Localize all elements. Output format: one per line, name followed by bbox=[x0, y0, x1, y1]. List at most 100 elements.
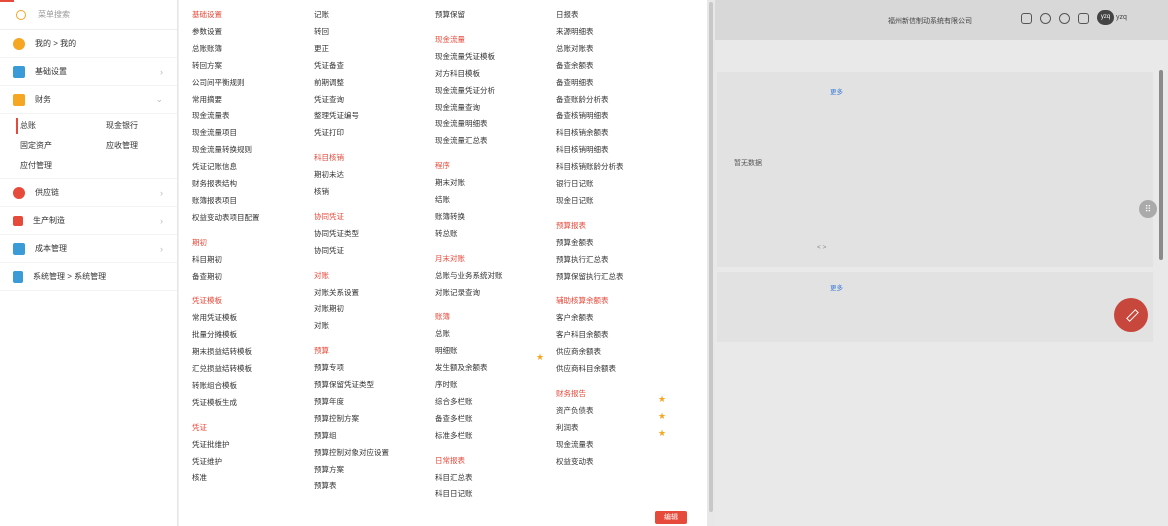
menu-item[interactable]: 来源明细表 bbox=[556, 26, 594, 37]
menu-item[interactable]: 对账记录查询 bbox=[435, 287, 480, 298]
menu-item[interactable]: 备查账龄分析表 bbox=[556, 94, 609, 105]
menu-item[interactable]: 汇兑损益结转模板 bbox=[192, 363, 252, 374]
menu-item[interactable]: 凭证打印 bbox=[314, 127, 344, 138]
favorite-star-icon[interactable]: ★ bbox=[658, 428, 666, 439]
menu-item[interactable]: 预算方案 bbox=[314, 464, 344, 475]
menu-item[interactable]: 发生额及余额表 bbox=[435, 362, 488, 373]
menu-item[interactable]: 预算组 bbox=[314, 430, 337, 441]
menu-item[interactable]: 凭证备查 bbox=[314, 60, 344, 71]
menu-search-input[interactable]: 菜单搜索 bbox=[0, 0, 177, 30]
submenu-ledger[interactable]: 总账 bbox=[16, 118, 102, 134]
submenu-receivables[interactable]: 应收管理 bbox=[102, 138, 182, 154]
menu-item[interactable]: 银行日记账 bbox=[556, 178, 594, 189]
menu-scrollbar[interactable] bbox=[707, 0, 715, 526]
theme-icon[interactable] bbox=[1040, 13, 1051, 24]
menu-item[interactable]: 协同凭证类型 bbox=[314, 228, 359, 239]
avatar[interactable]: yzq bbox=[1097, 10, 1114, 25]
menu-item[interactable]: 账簿报表项目 bbox=[192, 195, 237, 206]
sidebar-item-basic[interactable]: 基础设置 › bbox=[0, 58, 177, 86]
menu-item[interactable]: 期初未达 bbox=[314, 169, 344, 180]
menu-item[interactable]: 对账期初 bbox=[314, 303, 344, 314]
more-link[interactable]: 更多 bbox=[830, 86, 843, 96]
menu-item[interactable]: 预算控制对象对应设置 bbox=[314, 447, 389, 458]
menu-item[interactable]: 客户余额表 bbox=[556, 312, 594, 323]
menu-item[interactable]: 凭证记账信息 bbox=[192, 161, 237, 172]
menu-item[interactable]: 期末对账 bbox=[435, 177, 465, 188]
submenu-fixed-assets[interactable]: 固定资产 bbox=[16, 138, 102, 154]
menu-item[interactable]: 现金流量查询 bbox=[435, 102, 480, 113]
menu-item[interactable]: 现金流量转换规则 bbox=[192, 144, 252, 155]
menu-item[interactable]: 更正 bbox=[314, 43, 329, 54]
menu-item[interactable]: 客户科目余额表 bbox=[556, 329, 609, 340]
sidebar-item-supply[interactable]: 供应链 › bbox=[0, 179, 177, 207]
page-scrollbar[interactable] bbox=[1159, 70, 1163, 260]
menu-item[interactable]: 结账 bbox=[435, 194, 450, 205]
pager[interactable]: < > bbox=[817, 244, 826, 251]
menu-item[interactable]: 备查明细表 bbox=[556, 77, 594, 88]
menu-item[interactable]: 对账 bbox=[314, 320, 329, 331]
menu-item[interactable]: 利润表 bbox=[556, 422, 579, 433]
menu-item[interactable]: 现金流量凭证模板 bbox=[435, 51, 495, 62]
message-icon[interactable] bbox=[1021, 13, 1032, 24]
menu-item[interactable]: 现金流量明细表 bbox=[435, 118, 488, 129]
menu-item[interactable]: 总账账簿 bbox=[192, 43, 222, 54]
menu-item[interactable]: 对账关系设置 bbox=[314, 287, 359, 298]
menu-item[interactable]: 预算控制方案 bbox=[314, 413, 359, 424]
more-link[interactable]: 更多 bbox=[830, 282, 843, 292]
menu-item[interactable]: 对方科目模板 bbox=[435, 68, 480, 79]
menu-item[interactable]: 资产负债表 bbox=[556, 405, 594, 416]
menu-item[interactable]: 总账 bbox=[435, 328, 450, 339]
menu-item[interactable]: 预算保留执行汇总表 bbox=[556, 271, 624, 282]
sidebar-item-cost[interactable]: 成本管理 › bbox=[0, 235, 177, 263]
notification-icon[interactable] bbox=[1078, 13, 1089, 24]
menu-item[interactable]: 前期调整 bbox=[314, 77, 344, 88]
menu-item[interactable]: 标准多栏账 bbox=[435, 430, 473, 441]
menu-item[interactable]: 权益变动表项目配置 bbox=[192, 212, 260, 223]
menu-item[interactable]: 期末损益结转模板 bbox=[192, 346, 252, 357]
menu-item[interactable]: 备查多栏账 bbox=[435, 413, 473, 424]
menu-item[interactable]: 公司间平衡规则 bbox=[192, 77, 245, 88]
menu-item[interactable]: 备查期初 bbox=[192, 271, 222, 282]
menu-item[interactable]: 科目日记账 bbox=[435, 488, 473, 499]
sidebar-item-finance[interactable]: 财务 ⌄ bbox=[0, 86, 177, 114]
menu-item[interactable]: 转回方案 bbox=[192, 60, 222, 71]
menu-item[interactable]: 记账 bbox=[314, 9, 329, 20]
menu-item[interactable]: 科目汇总表 bbox=[435, 472, 473, 483]
menu-item[interactable]: 常用凭证模板 bbox=[192, 312, 237, 323]
menu-item[interactable]: 权益变动表 bbox=[556, 456, 594, 467]
menu-item[interactable]: 常用摘要 bbox=[192, 94, 222, 105]
menu-item[interactable]: 供应商余额表 bbox=[556, 346, 601, 357]
edit-fab-button[interactable] bbox=[1114, 298, 1148, 332]
menu-item[interactable]: 转账组合模板 bbox=[192, 380, 237, 391]
menu-item[interactable]: 批量分摊模板 bbox=[192, 329, 237, 340]
menu-item[interactable]: 凭证维护 bbox=[192, 456, 222, 467]
menu-item[interactable]: 科目期初 bbox=[192, 254, 222, 265]
menu-item[interactable]: 现金流量凭证分析 bbox=[435, 85, 495, 96]
menu-item[interactable]: 现金流量表 bbox=[192, 110, 230, 121]
menu-item[interactable]: 总账与业务系统对账 bbox=[435, 270, 503, 281]
menu-item[interactable]: 现金日记账 bbox=[556, 195, 594, 206]
apps-grid-button[interactable]: ⠿ bbox=[1139, 200, 1157, 218]
menu-item[interactable]: 预算专项 bbox=[314, 362, 344, 373]
help-icon[interactable] bbox=[1059, 13, 1070, 24]
sidebar-item-system[interactable]: 系统管理 > 系统管理 bbox=[0, 263, 177, 291]
menu-item[interactable]: 核销 bbox=[314, 186, 329, 197]
sidebar-item-my[interactable]: 我的 > 我的 bbox=[0, 30, 177, 58]
menu-item[interactable]: 序时账 bbox=[435, 379, 458, 390]
menu-item[interactable]: 日报表 bbox=[556, 9, 579, 20]
menu-item[interactable]: 预算保留 bbox=[435, 9, 465, 20]
menu-item[interactable]: 现金流量项目 bbox=[192, 127, 237, 138]
menu-item[interactable]: 预算金额表 bbox=[556, 237, 594, 248]
menu-item[interactable]: 协同凭证 bbox=[314, 245, 344, 256]
menu-item[interactable]: 预算执行汇总表 bbox=[556, 254, 609, 265]
menu-item[interactable]: 现金流量汇总表 bbox=[435, 135, 488, 146]
menu-item[interactable]: 科目核销明细表 bbox=[556, 144, 609, 155]
favorite-star-icon[interactable]: ★ bbox=[536, 352, 544, 363]
menu-item[interactable]: 综合多栏账 bbox=[435, 396, 473, 407]
menu-item[interactable]: 凭证查询 bbox=[314, 94, 344, 105]
menu-item[interactable]: 转总账 bbox=[435, 228, 458, 239]
menu-item[interactable]: 预算保留凭证类型 bbox=[314, 379, 374, 390]
menu-item[interactable]: 整理凭证编号 bbox=[314, 110, 359, 121]
menu-item[interactable]: 现金流量表 bbox=[556, 439, 594, 450]
menu-item[interactable]: 明细账 bbox=[435, 345, 458, 356]
